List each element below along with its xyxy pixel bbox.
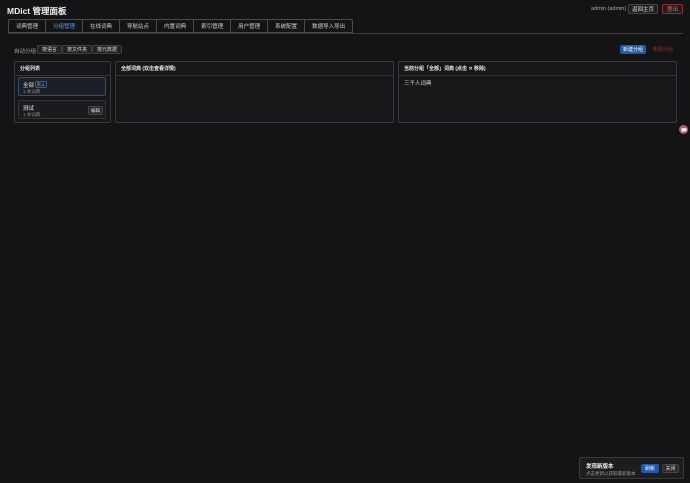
- user-info: admin (admin): [591, 6, 627, 12]
- new-group-button[interactable]: 新建分组: [620, 45, 646, 54]
- auto-group-label: 自动分组:: [14, 49, 38, 55]
- tab-group-management[interactable]: 分组管理: [46, 20, 84, 32]
- dict-item[interactable]: 三千人词典: [399, 76, 676, 90]
- group-by-language-button[interactable]: 按语言: [37, 45, 63, 54]
- group-by-metadata-button[interactable]: 按元数据: [92, 45, 123, 54]
- update-notice: 发现新版本 点击更新以获取最新版本 刷新 关闭: [579, 457, 684, 479]
- close-button[interactable]: 关闭: [662, 464, 679, 473]
- group-count: 1 本词典: [23, 89, 41, 94]
- group-item-test[interactable]: 测试 1 本词典 编辑: [18, 100, 106, 119]
- tab-builtin-dicts[interactable]: 内置词典: [157, 20, 195, 32]
- update-description: 点击更新以获取最新版本: [586, 471, 636, 476]
- default-badge: 默认: [35, 81, 47, 88]
- delete-group-button[interactable]: 删除分组: [650, 45, 676, 54]
- all-dicts-panel: 全部词典 (双击查看详情): [115, 61, 394, 123]
- chat-bubble-icon[interactable]: [679, 125, 688, 134]
- tab-online-dicts[interactable]: 在线词典: [83, 20, 121, 32]
- current-group-header: 当前分组「全部」词典 (点击 ✕ 移除): [399, 62, 676, 76]
- tab-index-management[interactable]: 索引管理: [194, 20, 232, 32]
- group-name: 全部: [23, 83, 35, 89]
- current-group-panel: 当前分组「全部」词典 (点击 ✕ 移除) 三千人词典: [398, 61, 677, 123]
- group-count: 1 本词典: [23, 112, 41, 117]
- tabs-divider: [8, 33, 683, 34]
- group-item-all[interactable]: 全部 默认 1 本词典: [18, 77, 106, 96]
- tab-user-management[interactable]: 用户管理: [231, 20, 269, 32]
- tab-nav-sites[interactable]: 导航站点: [120, 20, 158, 32]
- refresh-button[interactable]: 刷新: [641, 464, 659, 473]
- tab-bar: 词典管理 分组管理 在线词典 导航站点 内置词典 索引管理 用户管理 系统配置 …: [8, 19, 354, 33]
- tab-data-import-export[interactable]: 数据导入导出: [305, 20, 352, 32]
- logout-button[interactable]: 登出: [662, 4, 683, 14]
- tab-system-config[interactable]: 系统配置: [268, 20, 306, 32]
- update-title: 发现新版本: [586, 464, 614, 470]
- group-by-folder-button[interactable]: 按文件夹: [62, 45, 93, 54]
- group-name: 测试: [23, 106, 35, 112]
- app-title: MDict 管理面板: [7, 6, 67, 16]
- tab-dict-management[interactable]: 词典管理: [9, 20, 47, 32]
- home-button[interactable]: 返回主页: [628, 4, 658, 14]
- group-list-header: 分组列表: [15, 62, 110, 76]
- all-dicts-header: 全部词典 (双击查看详情): [116, 62, 393, 76]
- edit-group-button[interactable]: 编辑: [88, 106, 103, 115]
- group-list-panel: 分组列表 全部 默认 1 本词典 测试 1 本词典 编辑: [14, 61, 111, 123]
